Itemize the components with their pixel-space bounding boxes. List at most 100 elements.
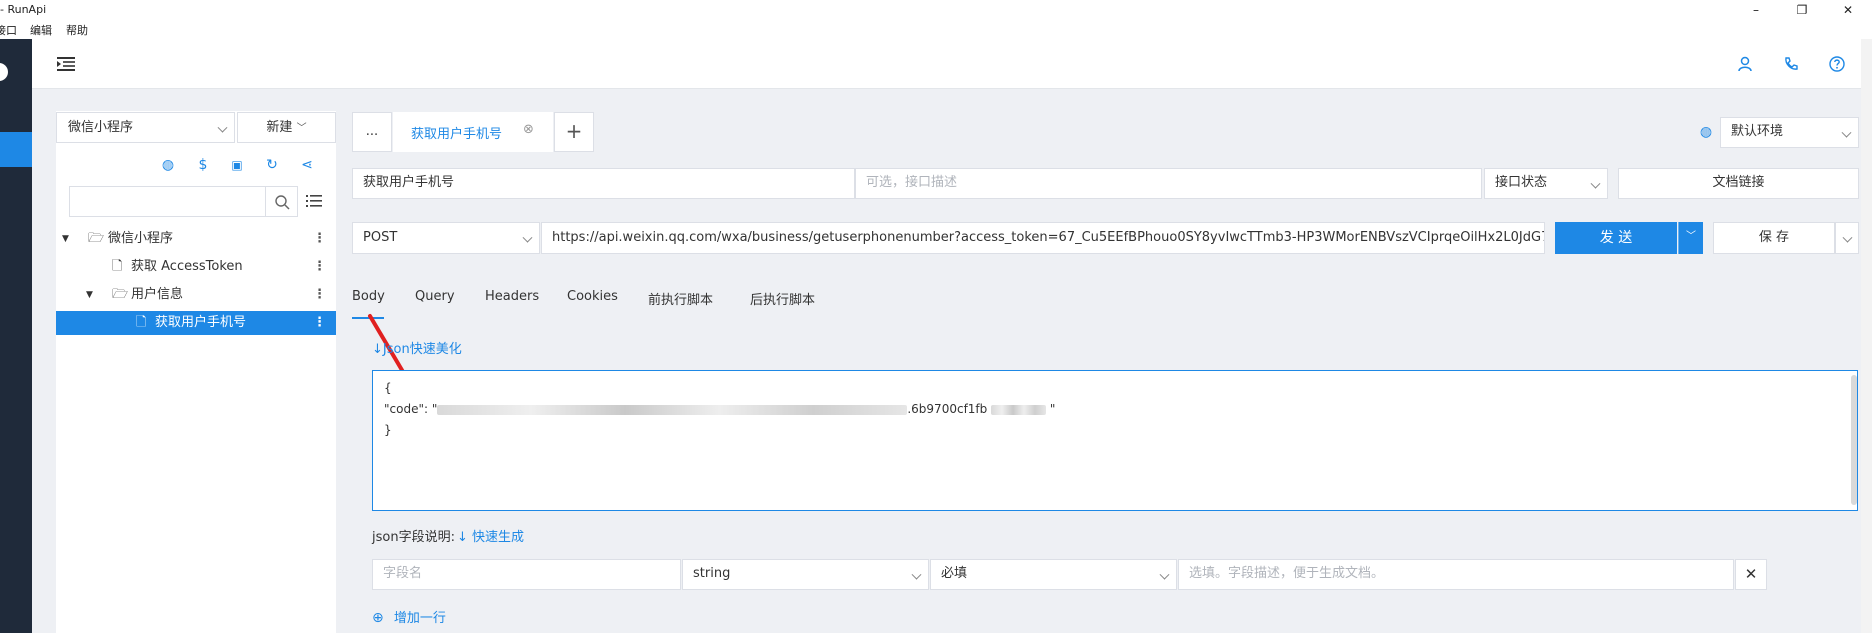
chevron-down-icon	[1842, 232, 1853, 243]
close-tab-icon[interactable]: ⊗	[523, 122, 534, 137]
folder-icon: 🗁	[112, 287, 129, 302]
file-icon: 🗋	[112, 259, 123, 274]
add-tab-button[interactable]: +	[554, 112, 594, 152]
tree-item-label: 获取 AccessToken	[131, 259, 243, 274]
tree-item-label: 微信小程序	[108, 231, 174, 246]
tabs-more-button[interactable]: ...	[352, 112, 392, 152]
chevron-down-icon	[217, 122, 228, 133]
project-select[interactable]: 微信小程序	[56, 112, 235, 143]
editor-line: {	[384, 381, 392, 395]
tree-item-folder[interactable]: ▼ 🗁 用户信息 ⋮	[56, 283, 336, 307]
folder-icon: 🗁	[88, 231, 105, 246]
left-rail	[0, 39, 32, 633]
plus-circle-icon: ⊕	[372, 610, 384, 626]
rail-active-item[interactable]	[0, 132, 32, 167]
chevron-down-icon	[1159, 569, 1170, 580]
method-select[interactable]: POST	[352, 222, 540, 254]
tab-body[interactable]: Body	[352, 289, 385, 304]
save-options-button[interactable]	[1835, 222, 1859, 254]
remove-field-button[interactable]: ✕	[1735, 559, 1767, 590]
field-description-input[interactable]: 选填。字段描述，便于生成文档。	[1178, 559, 1734, 590]
environment-select[interactable]: 默认环境	[1720, 117, 1859, 148]
help-icon[interactable]	[1829, 56, 1845, 72]
dollar-icon[interactable]: $	[194, 157, 212, 173]
user-icon[interactable]	[1737, 56, 1753, 72]
chevron-down-icon	[1841, 127, 1852, 138]
menu-interface[interactable]: 接口	[0, 22, 17, 38]
json-quote: "	[1049, 402, 1056, 416]
new-button-label: 新建	[266, 120, 293, 135]
json-value-tail: .6b9700cf1fb	[907, 402, 988, 416]
editor-line: "code": " .6b9700cf1fb "	[384, 402, 1055, 416]
phone-icon[interactable]	[1783, 56, 1799, 72]
refresh-icon[interactable]: ↻	[263, 157, 281, 173]
menu-help[interactable]: 帮助	[66, 22, 88, 38]
tree-item-file-selected[interactable]: 🗋 获取用户手机号 ⋮	[56, 311, 336, 335]
json-fields-label: json字段说明:	[372, 530, 455, 545]
chevron-down-icon: ﹀	[1686, 231, 1696, 242]
tab-post-script[interactable]: 后执行脚本	[750, 289, 815, 308]
field-type-select[interactable]: string	[682, 559, 929, 590]
chevron-down-icon	[1590, 178, 1601, 189]
file-icon: 🗋	[136, 315, 147, 330]
menu-edit[interactable]: 编辑	[30, 22, 52, 38]
restore-button[interactable]: ❐	[1779, 0, 1825, 19]
tree-item-label: 用户信息	[131, 287, 184, 302]
tab-active[interactable]: 获取用户手机号 ⊗	[393, 112, 553, 152]
field-name-input[interactable]: 字段名	[372, 559, 681, 590]
api-status-value: 接口状态	[1495, 175, 1548, 190]
more-vert-icon[interactable]: ⋮	[313, 283, 326, 307]
doc-link-button[interactable]: 文档链接	[1618, 168, 1859, 199]
caret-down-icon: ▼	[62, 234, 69, 244]
header-bar	[32, 39, 1872, 89]
tree-search-input[interactable]	[69, 186, 266, 217]
more-vert-icon[interactable]: ⋮	[313, 227, 326, 251]
list-view-icon[interactable]	[306, 194, 322, 208]
add-row-button[interactable]: ⊕ 增加一行	[372, 607, 446, 626]
window-scrollbar[interactable]	[1861, 39, 1872, 633]
editor-scrollbar[interactable]	[1851, 375, 1857, 505]
chevron-down-icon	[522, 232, 533, 243]
minimize-button[interactable]: –	[1733, 0, 1779, 19]
app-logo[interactable]	[0, 63, 8, 81]
close-button[interactable]: ✕	[1825, 0, 1871, 19]
search-button[interactable]	[265, 186, 298, 217]
send-button[interactable]: 发 送	[1555, 222, 1677, 254]
field-required-value: 必填	[941, 566, 968, 581]
chevron-down-icon: ﹀	[296, 123, 307, 134]
globe-icon[interactable]: ◍	[159, 157, 177, 173]
tree-item-folder[interactable]: ▼ 🗁 微信小程序 ⋮	[56, 227, 336, 251]
tree-item-file[interactable]: 🗋 获取 AccessToken ⋮	[56, 255, 336, 279]
body-json-editor[interactable]: { "code": " .6b9700cf1fb " }	[372, 370, 1858, 511]
share-icon[interactable]: ⋖	[298, 157, 316, 173]
url-input[interactable]: https://api.weixin.qq.com/wxa/business/g…	[541, 222, 1545, 254]
tab-headers[interactable]: Headers	[485, 289, 539, 304]
new-button[interactable]: 新建 ﹀	[237, 112, 336, 143]
api-status-select[interactable]: 接口状态	[1484, 168, 1608, 199]
api-name-input[interactable]: 获取用户手机号	[352, 168, 855, 199]
tab-pre-script[interactable]: 前执行脚本	[648, 289, 713, 308]
api-description-input[interactable]: 可选，接口描述	[855, 168, 1482, 199]
terminal-icon[interactable]: ▣	[228, 157, 246, 173]
more-vert-icon[interactable]: ⋮	[313, 311, 326, 335]
json-beautify-link[interactable]: ↓Json快速美化	[372, 338, 462, 357]
send-options-button[interactable]: ﹀	[1678, 222, 1703, 254]
collapse-menu-icon[interactable]	[57, 57, 75, 71]
quick-generate-link[interactable]: ↓ 快速生成	[457, 526, 524, 545]
redacted-value	[437, 404, 908, 415]
menu-bar: 接口 编辑 帮助	[0, 19, 1872, 39]
field-required-select[interactable]: 必填	[930, 559, 1177, 590]
globe-icon: ◍	[1699, 124, 1713, 140]
tab-query[interactable]: Query	[415, 289, 455, 304]
more-vert-icon[interactable]: ⋮	[313, 255, 326, 279]
tree-item-label: 获取用户手机号	[155, 315, 247, 330]
window-title: - RunApi	[0, 3, 47, 16]
tab-cookies[interactable]: Cookies	[567, 289, 618, 304]
add-row-label: 增加一行	[393, 611, 446, 626]
search-icon	[275, 195, 290, 210]
chevron-down-icon	[911, 569, 922, 580]
save-button[interactable]: 保 存	[1713, 222, 1835, 254]
method-select-value: POST	[363, 230, 398, 245]
json-key: "code": "	[384, 402, 438, 416]
title-bar: - RunApi – ❐ ✕	[0, 0, 1872, 19]
